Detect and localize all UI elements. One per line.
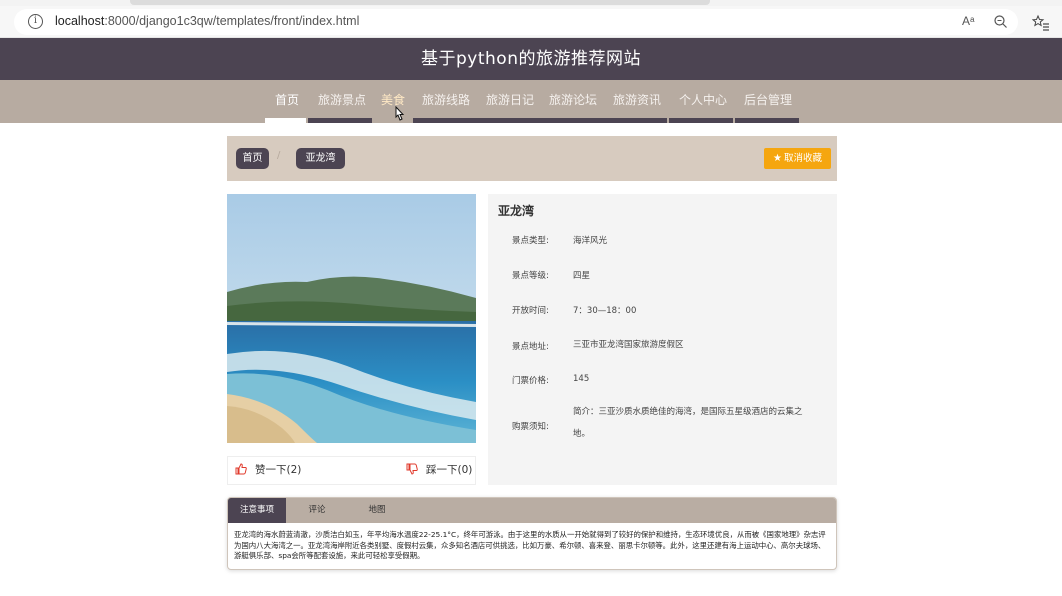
nav-item-user-center[interactable]: 个人中心 [679,91,727,108]
zoom-icon[interactable] [992,13,1010,31]
reaction-bar: 赞一下(2) 踩一下(0) [227,456,476,485]
field-value-level: 四星 [573,271,591,281]
nav-item-news[interactable]: 旅游资讯 [613,91,661,108]
nav-item-admin[interactable]: 后台管理 [744,91,792,108]
breadcrumb-current[interactable]: 亚龙湾 [296,148,345,169]
detail-tabs: 注意事项 评论 地图 亚龙湾的海水蔚蓝清澈，沙质洁白如玉，年平均海水温度22-2… [227,497,837,570]
field-value-address: 三亚市亚龙湾国家旅游度假区 [573,340,684,350]
nav-item-attractions[interactable]: 旅游景点 [318,91,366,108]
breadcrumb: 首页 / 亚龙湾 ★ 取消收藏 [227,136,837,181]
field-label-price: 门票价格: [512,376,549,386]
field-label-notice: 购票须知: [512,422,549,432]
field-value-type: 海洋风光 [573,236,608,246]
spot-name: 亚龙湾 [498,204,535,218]
site-info-icon[interactable]: i [28,14,43,29]
nav-item-forum[interactable]: 旅游论坛 [549,91,597,108]
tab-header: 注意事项 评论 地图 [228,498,836,523]
star-icon: ★ [773,153,782,164]
field-label-type: 景点类型: [512,236,549,246]
tab-map[interactable]: 地图 [358,498,396,523]
browser-address-bar: i localhost:8000/django1c3qw/templates/f… [0,6,1062,38]
unfavorite-button[interactable]: ★ 取消收藏 [764,148,831,169]
thumbs-up-icon [235,463,247,475]
breadcrumb-separator: / [277,150,281,161]
tab-notice[interactable]: 注意事项 [228,498,286,523]
browser-tab[interactable] [130,0,710,5]
url-field[interactable]: i localhost:8000/django1c3qw/templates/f… [14,9,1018,35]
breadcrumb-home[interactable]: 首页 [236,148,269,169]
nav-underline-group [413,118,667,123]
nav-underline-admin [735,118,799,123]
beach-photo [227,194,476,443]
main-nav: 首页 旅游景点 美食 旅游线路 旅游日记 旅游论坛 旅游资讯 个人中心 后台管理 [0,80,1062,123]
read-aloud-icon[interactable]: Aᵃ [962,14,974,28]
tab-content-text: 亚龙湾的海水蔚蓝清澈，沙质洁白如玉，年平均海水温度22-25.1°C，终年可游泳… [234,530,826,560]
favorites-icon[interactable] [1032,14,1050,32]
field-value-hours: 7：30—18：00 [573,306,637,316]
site-header: 基于python的旅游推荐网站 [0,38,1062,80]
field-value-notice: 简介：三亚沙质水质绝佳的海湾，是国际五星级酒店的云集之地。 [573,407,803,439]
mouse-cursor-icon [395,106,405,121]
spot-info-panel: 亚龙湾 景点类型: 海洋风光 景点等级: 四星 开放时间: 7：30—18：00… [488,194,837,485]
nav-item-diary[interactable]: 旅游日记 [486,91,534,108]
dislike-button[interactable]: 踩一下(0) [406,462,472,477]
field-label-level: 景点等级: [512,271,549,281]
site-title: 基于python的旅游推荐网站 [421,49,641,69]
nav-underline-home [265,118,306,123]
nav-underline-attractions [308,118,372,123]
url-text[interactable]: localhost:8000/django1c3qw/templates/fro… [55,14,359,28]
nav-item-home[interactable]: 首页 [275,91,299,108]
field-value-price: 145 [573,374,590,384]
field-label-address: 景点地址: [512,342,549,352]
thumbs-down-icon [406,463,418,475]
like-button[interactable]: 赞一下(2) [235,462,301,477]
like-label: 赞一下(2) [255,464,302,476]
unfavorite-label: 取消收藏 [783,153,822,164]
spot-photo [227,194,476,443]
url-host: localhost [55,14,105,28]
tab-comments[interactable]: 评论 [298,498,336,523]
nav-item-routes[interactable]: 旅游线路 [422,91,470,108]
dislike-label: 踩一下(0) [426,464,473,476]
field-label-hours: 开放时间: [512,306,549,316]
nav-underline-user-center [669,118,733,123]
url-path: :8000/django1c3qw/templates/front/index.… [104,14,360,28]
